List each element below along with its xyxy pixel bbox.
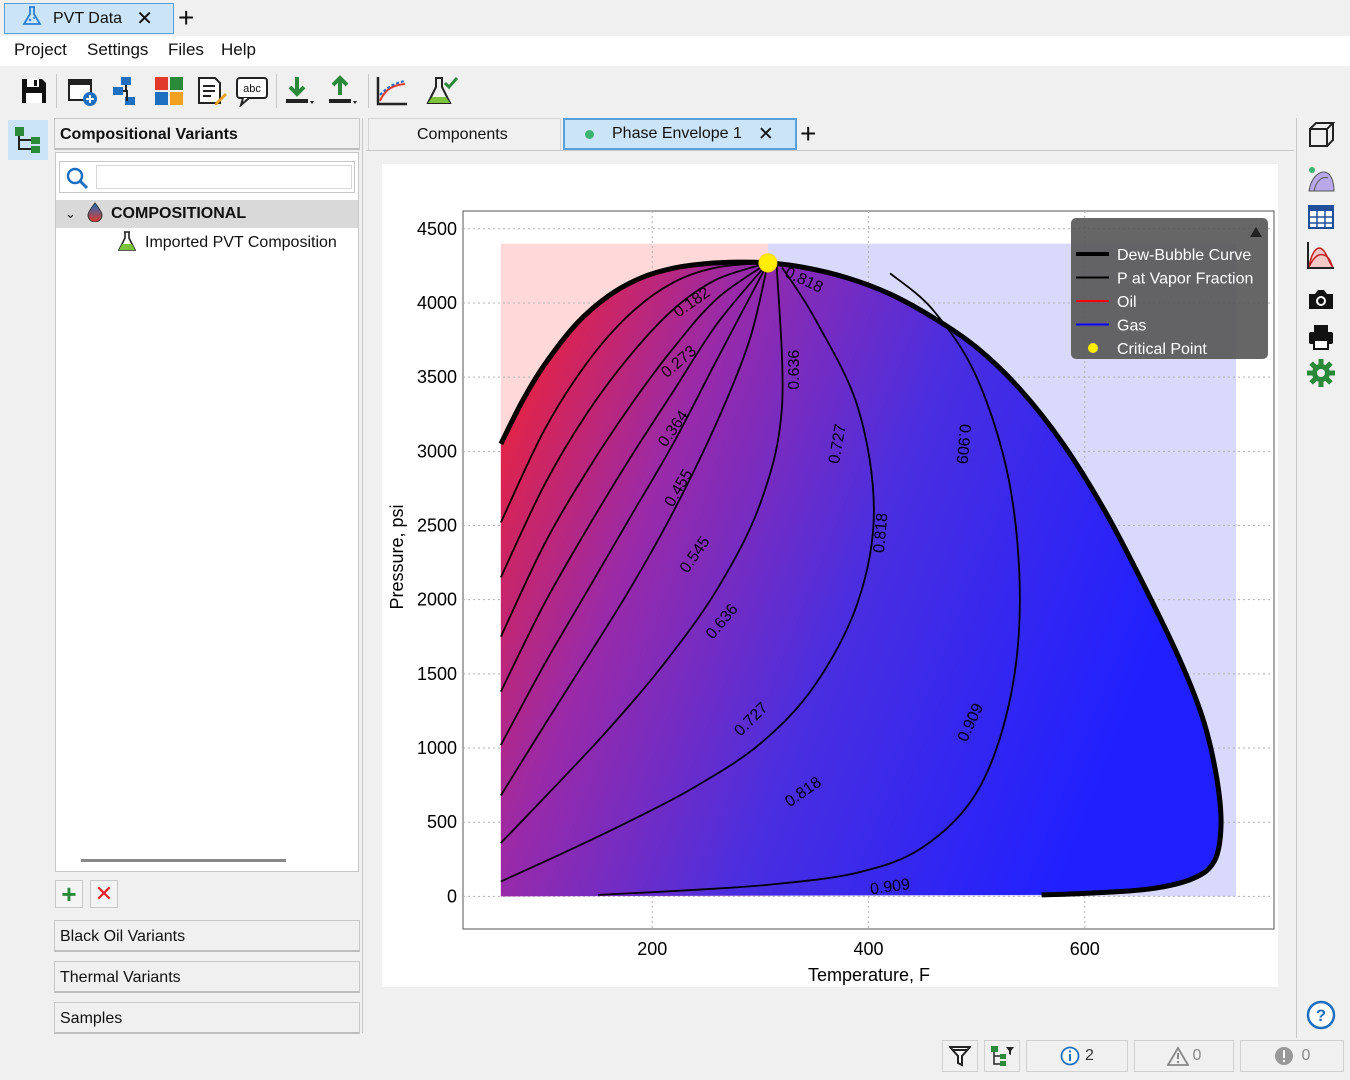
y-tick-label: 3500: [417, 367, 457, 387]
x-axis-label: Temperature, F: [808, 965, 930, 985]
tree-item-compositional[interactable]: ⌄ COMPOSITIONAL: [56, 200, 358, 228]
cube-icon[interactable]: [1304, 118, 1338, 152]
section-samples[interactable]: Samples: [54, 1002, 360, 1034]
app-tab-title: PVT Data: [53, 9, 123, 27]
y-axis-label: Pressure, psi: [387, 504, 407, 609]
y-tick-label: 2000: [417, 590, 457, 610]
warning-count: 0: [1192, 1047, 1202, 1064]
legend-box: [1071, 218, 1268, 359]
chevron-down-icon[interactable]: ⌄: [65, 206, 79, 222]
flask-icon: [21, 5, 43, 32]
menu-project[interactable]: Project: [14, 40, 67, 60]
contour-label: 0.818: [871, 512, 891, 553]
section-black-oil-variants[interactable]: Black Oil Variants: [54, 920, 360, 952]
help-icon[interactable]: ?: [1304, 998, 1338, 1032]
x-tick-label: 400: [853, 939, 883, 959]
y-tick-label: 1500: [417, 664, 457, 684]
tree-filter-icon[interactable]: [984, 1040, 1020, 1072]
tab-components[interactable]: Components: [368, 118, 561, 150]
filter-icon[interactable]: [942, 1040, 978, 1072]
toolbar: abc: [0, 66, 1350, 116]
tab-phase-envelope-1[interactable]: Phase Envelope 1 ✕: [563, 118, 797, 150]
phase-diagram-icon[interactable]: [1304, 162, 1338, 196]
droplet-icon: [87, 201, 103, 227]
y-tick-label: 0: [447, 886, 457, 906]
critical-point-marker: [758, 253, 778, 273]
error-icon: [1274, 1047, 1293, 1065]
menu-files[interactable]: Files: [168, 40, 204, 60]
status-dot-icon: [585, 129, 594, 139]
panel-title: Compositional Variants: [54, 118, 360, 150]
add-variant-button[interactable]: +: [55, 880, 83, 908]
tree-item-label: Imported PVT Composition: [145, 234, 337, 251]
tab-label: Components: [417, 125, 508, 143]
app-tab-pvt-data[interactable]: PVT Data ✕: [4, 3, 174, 34]
puzzle-icon[interactable]: [151, 72, 187, 110]
tree-item-label: COMPOSITIONAL: [111, 205, 247, 222]
warning-count-button[interactable]: 0: [1134, 1040, 1234, 1072]
menu-bar: Project Settings Files Help: [0, 36, 1350, 66]
menu-settings[interactable]: Settings: [87, 40, 148, 60]
variant-tree-panel: ⌄ COMPOSITIONAL Imported PVT Composition: [55, 152, 359, 872]
legend-label: Gas: [1117, 318, 1146, 335]
export-icon[interactable]: [325, 72, 361, 110]
x-tick-label: 600: [1070, 939, 1100, 959]
hierarchy-icon[interactable]: [108, 72, 144, 110]
import-icon[interactable]: [282, 72, 318, 110]
search-input[interactable]: [96, 165, 352, 189]
svg-text:?: ?: [1316, 1006, 1326, 1025]
warning-icon: [1166, 1046, 1189, 1066]
info-icon: [1060, 1046, 1080, 1066]
y-tick-label: 4000: [417, 293, 457, 313]
error-count: 0: [1301, 1047, 1311, 1064]
y-tick-label: 4500: [417, 219, 457, 239]
tree-item-imported-pvt-composition[interactable]: Imported PVT Composition: [56, 229, 358, 257]
flask-icon: [117, 230, 137, 256]
close-icon[interactable]: ✕: [758, 123, 774, 146]
y-tick-label: 3000: [417, 441, 457, 461]
info-count-button[interactable]: 2: [1026, 1040, 1128, 1072]
contour-label: 0.636: [786, 350, 803, 390]
error-count-button[interactable]: 0: [1240, 1040, 1344, 1072]
print-icon[interactable]: [1304, 320, 1338, 354]
close-icon[interactable]: ✕: [136, 6, 153, 31]
phase-envelope-chart[interactable]: 0.1820.2730.3640.4550.5450.6360.7270.818…: [382, 164, 1278, 987]
tree-view-icon[interactable]: [8, 120, 48, 160]
delete-variant-button[interactable]: ✕: [90, 880, 118, 908]
flask-check-icon[interactable]: [424, 72, 460, 110]
legend: Dew-Bubble Curve P at Vapor Fraction Oil Ga…: [1071, 218, 1268, 359]
app-tab-strip: PVT Data ✕ +: [0, 0, 1350, 36]
new-window-icon[interactable]: [64, 72, 100, 110]
spellcheck-label: abc: [243, 83, 261, 95]
table-icon[interactable]: [1304, 200, 1338, 234]
y-tick-label: 1000: [417, 738, 457, 758]
plot-frame: 0.182 0.273 0.364 0.455 0.545 0.636 0.727 0.818…: [382, 164, 1278, 987]
add-tab-icon[interactable]: +: [178, 4, 194, 32]
curves-icon[interactable]: [1304, 238, 1338, 272]
legend-marker: [1088, 343, 1098, 353]
legend-label: Dew-Bubble Curve: [1117, 247, 1251, 264]
camera-icon[interactable]: [1304, 282, 1338, 316]
x-tick-label: 200: [637, 939, 667, 959]
menu-help[interactable]: Help: [221, 40, 256, 60]
panel-splitter[interactable]: [362, 118, 363, 1033]
add-tab-icon[interactable]: +: [800, 120, 816, 148]
legend-label: P at Vapor Fraction: [1117, 271, 1253, 288]
search-box: [59, 161, 355, 193]
legend-label: Oil: [1117, 294, 1137, 311]
chart-icon[interactable]: [374, 72, 410, 110]
legend-label: Critical Point: [1117, 341, 1207, 358]
horizontal-scrollbar[interactable]: [81, 859, 286, 862]
search-icon[interactable]: [65, 166, 89, 195]
contour-label: 0.909: [953, 423, 973, 464]
save-icon[interactable]: [16, 72, 52, 110]
y-tick-label: 500: [427, 812, 457, 832]
edit-document-icon[interactable]: [193, 72, 229, 110]
y-tick-label: 2500: [417, 515, 457, 535]
tab-label: Phase Envelope 1: [612, 125, 742, 142]
section-thermal-variants[interactable]: Thermal Variants: [54, 961, 360, 993]
settings-icon[interactable]: [1304, 356, 1338, 390]
info-count: 2: [1085, 1047, 1094, 1064]
spellcheck-icon[interactable]: abc: [234, 72, 270, 110]
